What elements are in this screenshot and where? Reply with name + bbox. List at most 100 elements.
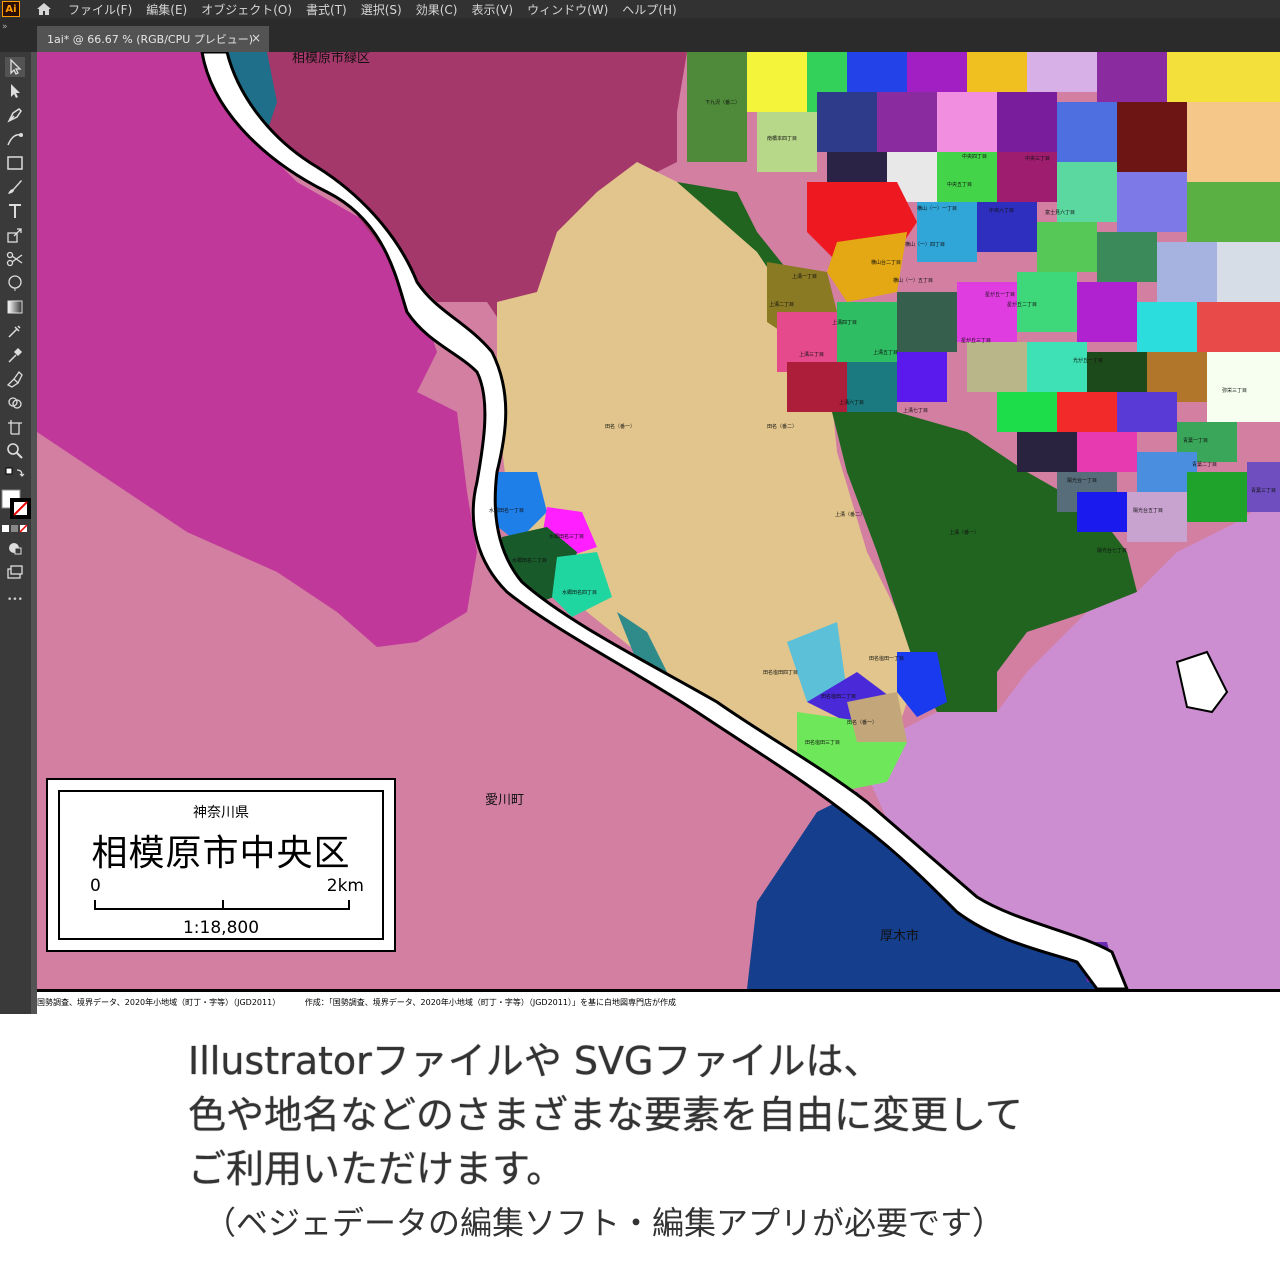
label-kamimizo-7: 上溝七丁目: [903, 407, 928, 414]
scale-start-label: 0: [90, 876, 101, 896]
label-yokodai: 陽光台一丁目: [1067, 477, 1097, 484]
label-fujimi6: 富士見六丁目: [1045, 209, 1075, 216]
menu-file[interactable]: ファイル(F): [68, 1, 132, 18]
label-tanashioda2: 田名塩田二丁目: [821, 693, 856, 700]
menu-bar: Ai ファイル(F) 編集(E) オブジェクト(O) 書式(T) 選択(S) 効…: [0, 0, 1280, 18]
label-minamihashimoto: 南橋本四丁目: [767, 135, 797, 142]
label-kamimizo-2: 上溝二丁目: [769, 301, 794, 308]
menu-view[interactable]: 表示(V): [471, 1, 513, 18]
legend-ward-title: 相模原市中央区: [91, 833, 351, 874]
label-atsugi: 厚木市: [880, 928, 919, 944]
label-midori: 相模原市緑区: [292, 52, 370, 66]
shape-builder-tool-icon[interactable]: [5, 393, 25, 413]
label-kamimizo-6: 上溝六丁目: [839, 399, 864, 406]
rectangle-tool-icon[interactable]: [5, 153, 25, 173]
label-tanashioda3: 田名塩田三丁目: [805, 739, 840, 746]
document-tab-title: 1ai* @ 66.67 % (RGB/CPU プレビュー): [47, 33, 254, 46]
label-yokoyamadai2: 横山台二丁目: [871, 259, 901, 266]
label-yokoyama5: 横山（一）五丁目: [893, 277, 933, 284]
close-tab-icon[interactable]: ×: [251, 31, 261, 45]
menu-help[interactable]: ヘルプ(H): [622, 1, 676, 18]
menu-edit[interactable]: 編集(E): [146, 1, 187, 18]
menu-effect[interactable]: 効果(C): [416, 1, 458, 18]
zoom-tool-icon[interactable]: [5, 441, 25, 461]
scissors-tool-icon[interactable]: [5, 249, 25, 269]
color-mode-icons[interactable]: [2, 524, 28, 534]
live-paint-tool-icon[interactable]: [5, 369, 25, 389]
draw-mode-icon[interactable]: [5, 538, 25, 558]
illustrator-logo: Ai: [2, 1, 20, 17]
label-kamimizo1: 上溝（番一）: [949, 529, 979, 536]
label-aikawa: 愛川町: [485, 793, 524, 808]
promo-caption: Illustratorファイルや SVGファイルは、 色や地名などのさまざまな要…: [188, 1034, 1268, 1250]
panel-collapse-icon[interactable]: »: [2, 22, 8, 32]
caption-line-3: ご利用いただけます。: [188, 1147, 565, 1191]
caption-line-1: Illustratorファイルや SVGファイルは、: [188, 1039, 882, 1083]
label-shimokuzawa: 下九沢（番二）: [705, 99, 740, 106]
label-aoba1: 青葉一丁目: [1183, 437, 1208, 444]
mesh-tool-icon[interactable]: [5, 321, 25, 341]
document-tab[interactable]: 1ai* @ 66.67 % (RGB/CPU プレビュー) ×: [37, 26, 269, 52]
fill-stroke-swatch-icon[interactable]: [0, 488, 31, 522]
type-tool-icon[interactable]: [5, 201, 25, 221]
eyedropper-tool-icon[interactable]: [5, 345, 25, 365]
puppet-warp-tool-icon[interactable]: [5, 273, 25, 293]
label-chuo3: 中央三丁目: [1025, 155, 1050, 162]
label-chuo5: 中央五丁目: [947, 181, 972, 188]
label-tana1: 田名（番一）: [605, 423, 635, 430]
menu-object[interactable]: オブジェクト(O): [201, 1, 292, 18]
label-tanashiodah: 田名塩田四丁目: [763, 669, 798, 676]
scale-bar: [94, 900, 350, 910]
label-aoba2: 青葉二丁目: [1192, 461, 1217, 468]
legend-prefecture: 神奈川県: [193, 805, 249, 821]
label-mizugo2: 水郷田名二丁目: [512, 557, 547, 564]
tools-panel: •••: [0, 52, 31, 1014]
label-kamimizo2: 上溝（番二）: [835, 511, 865, 518]
swap-fill-stroke-icon[interactable]: [5, 466, 25, 486]
label-tana3: 田名（番一）: [847, 719, 877, 726]
gradient-tool-icon[interactable]: [5, 297, 25, 317]
screen-mode-icon[interactable]: [5, 562, 25, 582]
label-yokoyama1: 横山（一）一丁目: [917, 205, 957, 212]
label-yokodai7: 陽光台七丁目: [1097, 547, 1127, 554]
menu-window[interactable]: ウィンドウ(W): [527, 1, 608, 18]
label-hoshigaoka3: 星が丘三丁目: [961, 337, 991, 344]
caption-note: （ベジェデータの編集ソフト・編集アプリが必要です）: [204, 1204, 1005, 1242]
map-credits: 国勢調査、境界データ、2020年小地域（町丁・字等）（JGD2011） 作成：「…: [37, 989, 1280, 1014]
paintbrush-tool-icon[interactable]: [5, 177, 25, 197]
pen-tool-icon[interactable]: [5, 105, 25, 125]
label-kamimizo-4: 上溝四丁目: [832, 319, 857, 326]
artboard-tool-icon[interactable]: [5, 417, 25, 437]
more-tools-icon[interactable]: •••: [7, 595, 23, 605]
direct-selection-tool-icon[interactable]: [5, 81, 25, 101]
label-mizugo4: 水郷田名四丁目: [562, 589, 597, 596]
label-kamimizo-3: 上溝三丁目: [799, 351, 824, 358]
label-yayoi3: 弥栄三丁目: [1222, 387, 1247, 394]
curvature-tool-icon[interactable]: [5, 129, 25, 149]
label-chuo6: 中央六丁目: [989, 207, 1014, 214]
legend-inner-frame: 神奈川県 相模原市中央区 0 2km 1:18,800: [58, 790, 384, 940]
label-yokodai5: 陽光台五丁目: [1133, 507, 1163, 514]
scale-ratio: 1:18,800: [182, 918, 260, 938]
label-tanashioda1: 田名塩田一丁目: [869, 655, 904, 662]
label-kamimizo-1: 上溝一丁目: [792, 273, 817, 280]
label-mitsugaoka: 光が丘一丁目: [1073, 357, 1103, 364]
label-chuo4: 中央四丁目: [962, 153, 987, 160]
label-tana2: 田名（番二）: [767, 423, 797, 430]
document-tab-bar: » 1ai* @ 66.67 % (RGB/CPU プレビュー) ×: [0, 18, 1280, 52]
label-hoshigaoka2: 星が丘二丁目: [1007, 301, 1037, 308]
label-yokoyama4: 横山（一）四丁目: [905, 241, 945, 248]
map-legend: 神奈川県 相模原市中央区 0 2km 1:18,800: [46, 778, 396, 952]
selection-tool-icon[interactable]: [5, 57, 25, 77]
caption-line-2: 色や地名などのさまざまな要素を自由に変更して: [188, 1093, 1023, 1137]
home-icon[interactable]: [34, 1, 54, 17]
credits-author: 作成：「国勢調査、境界データ、2020年小地域（町丁・字等）（JGD2011）」…: [304, 998, 676, 1007]
label-mizugo3: 水郷田名三丁目: [549, 533, 584, 540]
menu-select[interactable]: 選択(S): [361, 1, 402, 18]
label-aoba3: 青葉三丁目: [1251, 487, 1276, 494]
menu-type[interactable]: 書式(T): [306, 1, 347, 18]
label-hoshigaoka1: 星が丘一丁目: [985, 291, 1015, 298]
scale-end-label: 2km: [326, 876, 364, 896]
label-mizugo1: 水郷田名一丁目: [489, 507, 524, 514]
scale-tool-icon[interactable]: [5, 225, 25, 245]
